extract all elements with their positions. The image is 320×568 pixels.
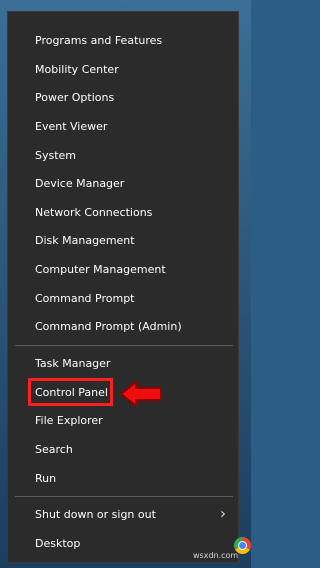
chevron-right-icon: › <box>220 504 226 523</box>
menu-item-label: Command Prompt (Admin) <box>35 319 182 333</box>
menu-item-command-prompt-admin[interactable]: Command Prompt (Admin) <box>8 312 238 340</box>
menu-item-label: Event Viewer <box>35 119 108 133</box>
menu-item-label: Programs and Features <box>35 33 163 47</box>
menu-item-label: File Explorer <box>35 413 103 427</box>
menu-item-label: Power Options <box>35 90 115 104</box>
menu-item-label: Command Prompt <box>35 291 135 305</box>
menu-item-label: Disk Management <box>35 233 135 247</box>
menu-item-label: Device Manager <box>35 176 125 190</box>
menu-item-device-manager[interactable]: Device Manager <box>8 169 238 197</box>
menu-item-label: Mobility Center <box>35 62 119 76</box>
menu-item-command-prompt[interactable]: Command Prompt <box>8 284 238 312</box>
menu-item-event-viewer[interactable]: Event Viewer <box>8 112 238 140</box>
menu-item-label: Network Connections <box>35 205 153 219</box>
menu-item-run[interactable]: Run <box>8 464 238 492</box>
menu-item-task-manager[interactable]: Task Manager <box>8 349 238 377</box>
menu-item-programs-and-features[interactable]: Programs and Features <box>8 26 238 54</box>
menu-item-label: Desktop <box>35 536 81 550</box>
menu-item-label: Search <box>35 442 73 456</box>
menu-item-label: Run <box>35 471 57 485</box>
menu-item-power-options[interactable]: Power Options <box>8 83 238 111</box>
red-left-arrow-icon <box>120 381 162 407</box>
menu-item-label: Shut down or sign out <box>35 507 156 521</box>
menu-item-disk-management[interactable]: Disk Management <box>8 226 238 254</box>
menu-item-label: Computer Management <box>35 262 166 276</box>
menu-separator <box>15 345 233 346</box>
menu-item-mobility-center[interactable]: Mobility Center <box>8 55 238 83</box>
watermark-text: wsxdn.com <box>193 551 239 560</box>
menu-item-system[interactable]: System <box>8 141 238 169</box>
menu-separator <box>15 496 233 497</box>
menu-item-label: Task Manager <box>35 356 111 370</box>
control-panel-highlight-box <box>28 378 113 406</box>
menu-item-shut-down-or-sign-out[interactable]: Shut down or sign out › <box>8 500 238 528</box>
quick-link-menu: Programs and Features Mobility Center Po… <box>7 11 239 563</box>
menu-item-search[interactable]: Search <box>8 435 238 463</box>
chrome-icon[interactable] <box>234 537 251 554</box>
menu-item-computer-management[interactable]: Computer Management <box>8 255 238 283</box>
menu-item-network-connections[interactable]: Network Connections <box>8 198 238 226</box>
menu-item-label: System <box>35 148 77 162</box>
